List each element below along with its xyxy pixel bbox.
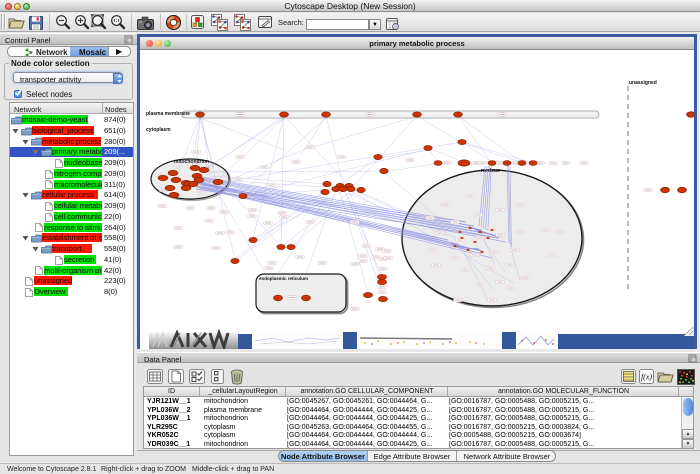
svg-text:endoplasmic reticulum: endoplasmic reticulum: [259, 276, 308, 281]
svg-text:unassigned: unassigned: [629, 80, 657, 86]
svg-text:mitochondrion: mitochondrion: [174, 159, 209, 165]
svg-text:f(x): f(x): [641, 373, 652, 382]
svg-text:cytoplasm: cytoplasm: [146, 127, 171, 133]
svg-text:plasma membrane: plasma membrane: [146, 111, 190, 117]
svg-text:nucleus: nucleus: [481, 168, 500, 174]
